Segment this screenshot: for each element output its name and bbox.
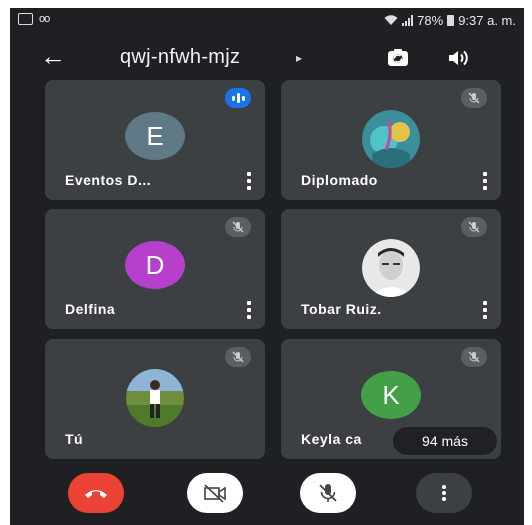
mic-off-icon	[225, 217, 251, 237]
mic-off-icon	[461, 88, 487, 108]
participant-name: Delfina	[65, 301, 116, 317]
end-call-button[interactable]	[68, 473, 124, 513]
more-participants-pill[interactable]: 94 más	[393, 427, 497, 455]
participant-name: Tobar Ruiz.	[301, 301, 382, 317]
switch-camera-icon[interactable]	[386, 46, 410, 70]
more-vert-icon[interactable]	[483, 301, 487, 319]
status-bar: oo 78% 9:37 a. m.	[10, 8, 524, 34]
battery-icon	[447, 15, 455, 26]
speaking-indicator-icon	[225, 88, 251, 108]
participant-tile[interactable]: Tobar Ruiz.	[281, 209, 501, 329]
call-controls	[10, 463, 524, 525]
wifi-icon	[384, 15, 398, 25]
more-vert-icon[interactable]	[483, 172, 487, 190]
battery-percent: 78%	[417, 13, 444, 28]
speaker-icon[interactable]	[446, 46, 470, 70]
more-options-button[interactable]	[416, 473, 472, 513]
avatar: K	[361, 371, 421, 419]
more-vert-icon	[442, 485, 446, 501]
mic-off-icon	[319, 484, 337, 502]
call-header: ← qwj-nfwh-mjz ▸	[10, 38, 524, 78]
caret-right-icon[interactable]: ▸	[296, 51, 302, 65]
avatar: D	[125, 241, 185, 289]
participant-name: Eventos D...	[65, 172, 152, 188]
status-time: 9:37 a. m.	[458, 13, 516, 28]
participant-name: Keyla ca	[301, 431, 362, 447]
mic-off-icon	[225, 347, 251, 367]
screenshot-icon	[18, 13, 33, 25]
participant-tile[interactable]: Diplomado	[281, 80, 501, 200]
mic-off-icon	[461, 217, 487, 237]
camera-toggle-button[interactable]	[187, 473, 243, 513]
avatar	[362, 239, 420, 297]
participant-name: Tú	[65, 431, 84, 447]
signal-icon	[402, 15, 414, 26]
more-vert-icon[interactable]	[247, 301, 251, 319]
meet-screen: oo 78% 9:37 a. m. ← qwj-nfwh-mjz ▸ E Eve…	[10, 8, 524, 525]
participant-tile[interactable]: D Delfina	[45, 209, 265, 329]
camera-off-icon	[204, 484, 226, 503]
more-vert-icon[interactable]	[247, 172, 251, 190]
status-left-text: oo	[39, 13, 50, 25]
avatar	[362, 110, 420, 168]
participant-tile[interactable]: Tú	[45, 339, 265, 459]
participant-tile[interactable]: E Eventos D...	[45, 80, 265, 200]
participant-name: Diplomado	[301, 172, 378, 188]
phone-hangup-icon	[85, 490, 107, 498]
meeting-code[interactable]: qwj-nfwh-mjz	[120, 46, 240, 69]
mic-off-icon	[461, 347, 487, 367]
mic-toggle-button[interactable]	[300, 473, 356, 513]
avatar: E	[125, 112, 185, 160]
arrow-back-icon[interactable]: ←	[40, 41, 66, 71]
avatar	[126, 369, 184, 427]
